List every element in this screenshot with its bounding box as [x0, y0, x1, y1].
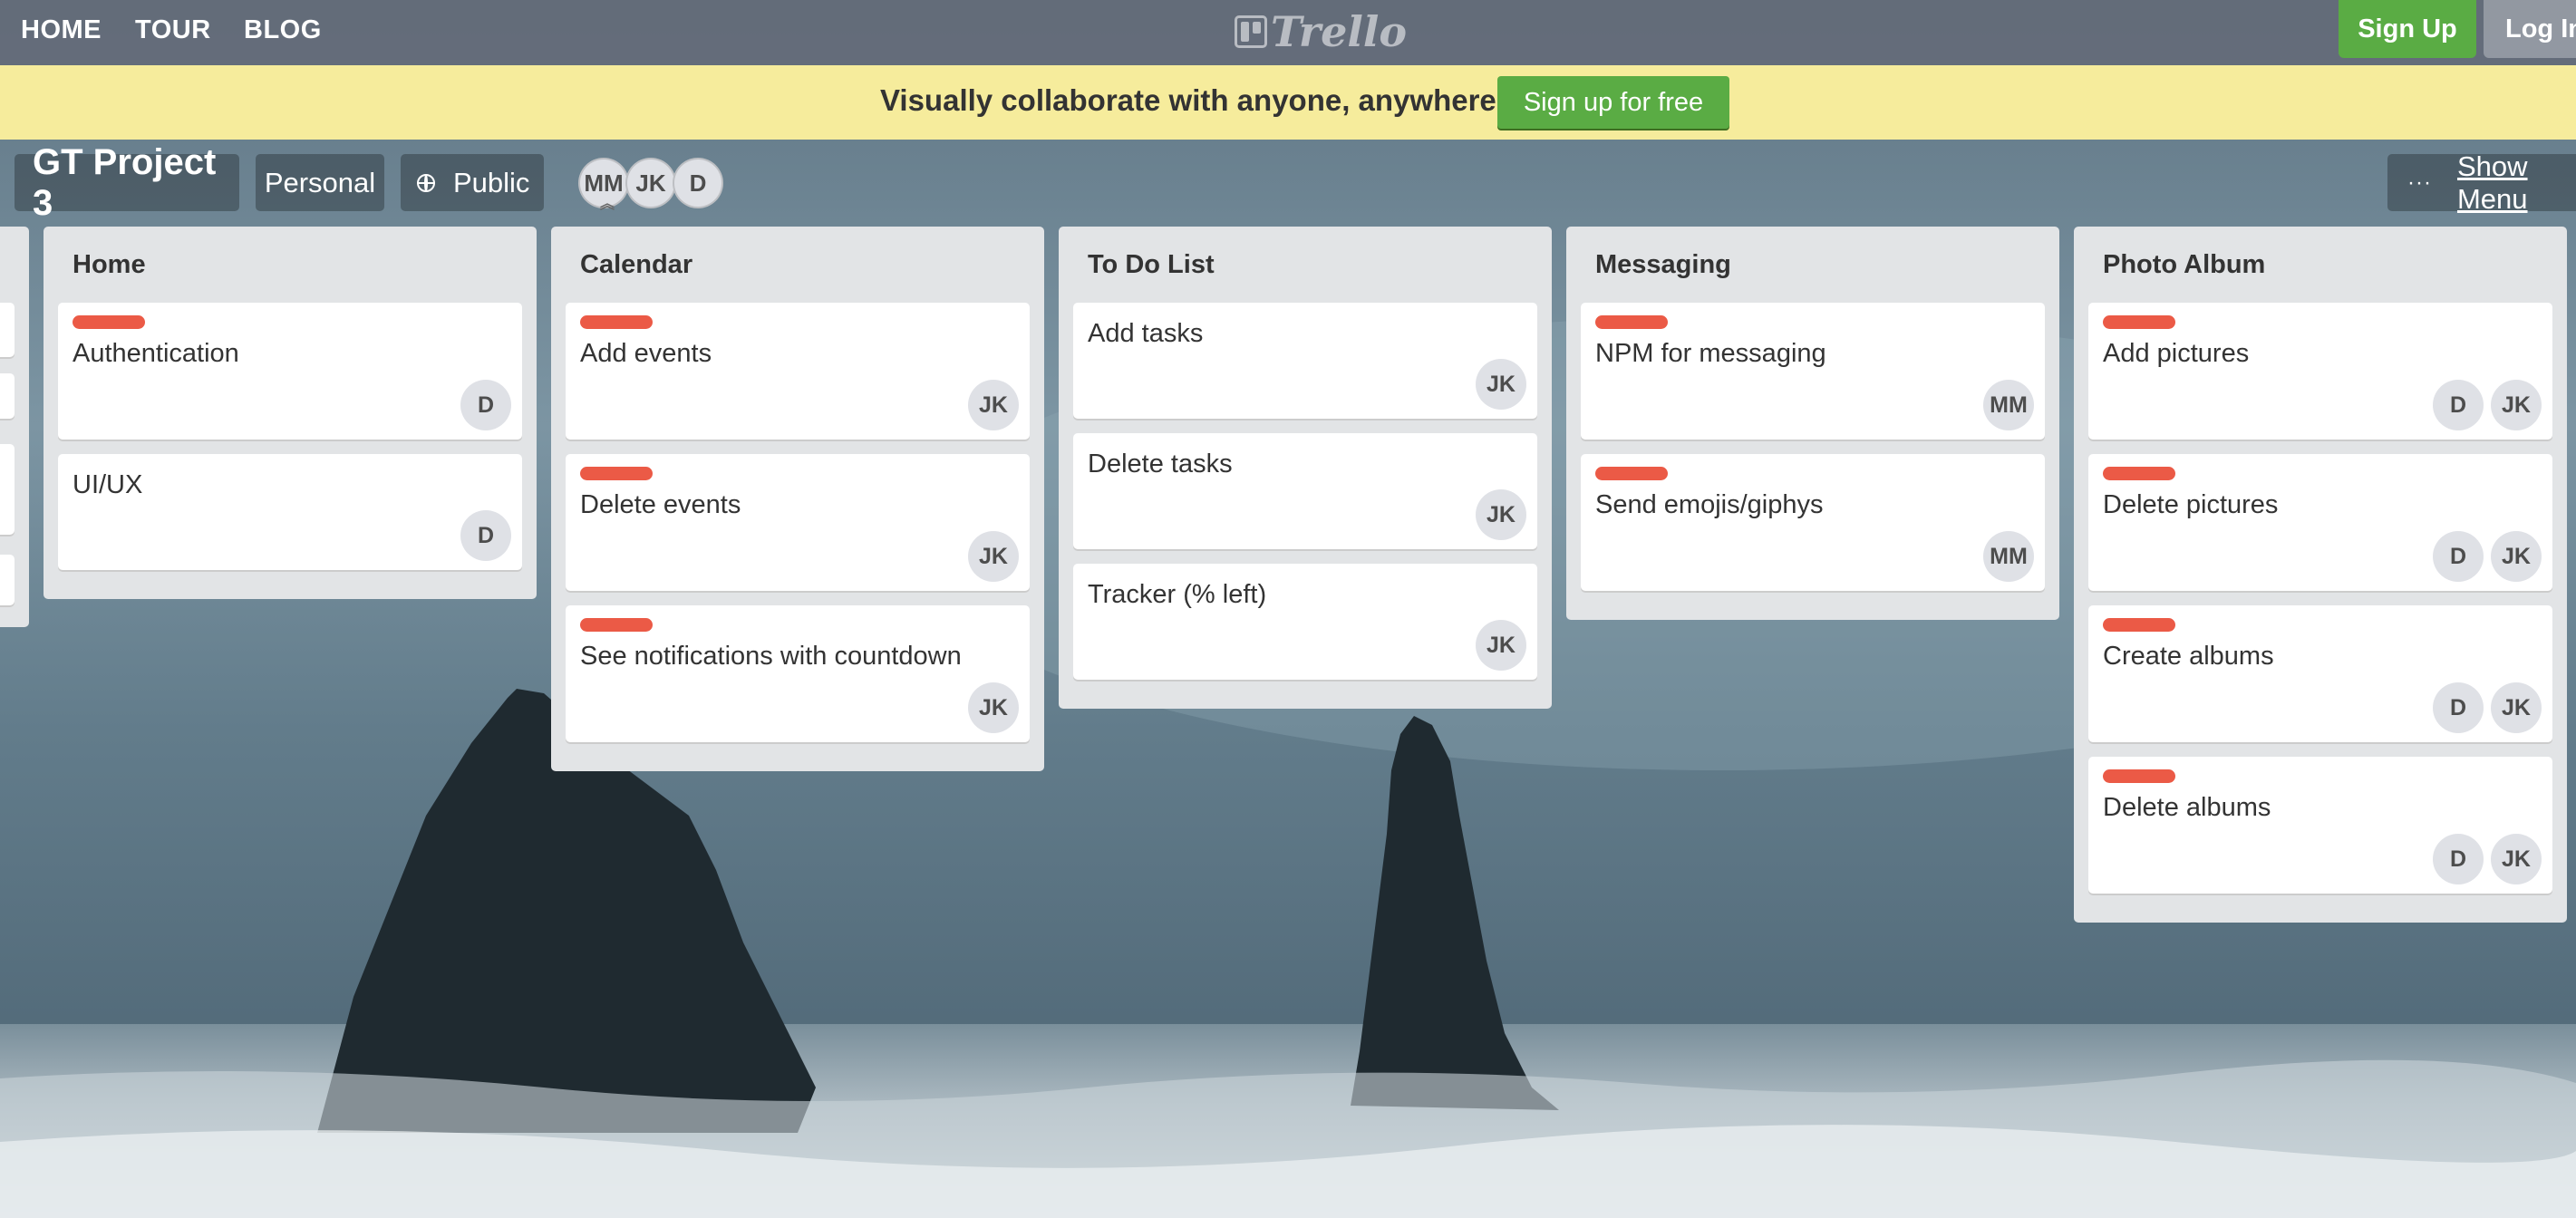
card-member-avatar[interactable]: JK	[2491, 380, 2542, 430]
trello-logo[interactable]: Trello	[1235, 7, 1408, 56]
banner-text: Visually collaborate with anyone, anywhe…	[880, 83, 1505, 117]
card[interactable]: See notifications with countdown JK	[566, 605, 1030, 742]
member-avatar-jk[interactable]: JK	[625, 158, 676, 208]
card-title: Tracker (% left)	[1088, 580, 1267, 609]
card[interactable]: Delete tasks JK	[1073, 433, 1537, 549]
list-title[interactable]: Calendar	[566, 227, 1030, 303]
card-title: Authentication	[73, 339, 239, 368]
card[interactable]: UI/UX D	[58, 454, 522, 570]
card-member-avatar[interactable]: D	[2433, 834, 2484, 884]
nav-blog-link[interactable]: BLOG	[244, 15, 322, 45]
member-avatar-d[interactable]: D	[673, 158, 723, 208]
logo-text: Trello	[1271, 7, 1408, 56]
label-red	[2103, 618, 2175, 632]
signup-button[interactable]: Sign Up	[2339, 0, 2476, 58]
card-title: Add pictures	[2103, 339, 2250, 368]
card-member-avatar[interactable]: JK	[1476, 489, 1526, 540]
partial-card[interactable]	[0, 555, 15, 605]
card-member-avatar[interactable]: JK	[968, 531, 1019, 582]
member-initials: MM	[584, 169, 624, 197]
card[interactable]: Send emojis/giphys MM	[1581, 454, 2045, 591]
label-red	[2103, 769, 2175, 783]
label-red	[2103, 315, 2175, 329]
team-button[interactable]: Personal	[256, 154, 384, 211]
card-title: Delete pictures	[2103, 490, 2279, 519]
signup-free-button[interactable]: Sign up for free	[1497, 76, 1729, 129]
card-member-avatar[interactable]: MM	[1983, 531, 2034, 582]
member-initials: D	[689, 169, 707, 197]
partial-card[interactable]	[0, 444, 15, 535]
card-member-avatar[interactable]: D	[460, 380, 511, 430]
card[interactable]: Delete pictures D JK	[2088, 454, 2552, 591]
show-menu-button[interactable]: ··· Show Menu	[2387, 150, 2576, 215]
partial-card[interactable]	[0, 373, 15, 419]
card[interactable]: Tracker (% left) JK	[1073, 564, 1537, 680]
member-initials: JK	[635, 169, 666, 197]
list-to-do: To Do List Add tasks JK Delete tasks JK …	[1059, 227, 1552, 709]
admin-chevron-icon: ︽	[600, 197, 615, 212]
list-title[interactable]: Messaging	[1581, 227, 2045, 303]
label-red	[1595, 467, 1668, 480]
top-nav: HOME TOUR BLOG Trello Sign Up Log In	[0, 0, 2576, 65]
card[interactable]: Delete albums D JK	[2088, 757, 2552, 894]
card-member-avatar[interactable]: D	[2433, 682, 2484, 733]
card-member-avatar[interactable]: JK	[968, 380, 1019, 430]
card-title: Delete tasks	[1088, 450, 1233, 478]
list-title[interactable]: Photo Album	[2088, 227, 2552, 303]
card-member-avatar[interactable]: JK	[1476, 620, 1526, 671]
card[interactable]: Add tasks JK	[1073, 303, 1537, 419]
card-title: Create albums	[2103, 642, 2274, 671]
member-avatar-mm[interactable]: MM ︽	[578, 158, 629, 212]
card-title: UI/UX	[73, 470, 143, 499]
card-title: Add events	[580, 339, 712, 368]
promo-banner: Visually collaborate with anyone, anywhe…	[0, 65, 2576, 140]
label-red	[2103, 467, 2175, 480]
label-red	[1595, 315, 1668, 329]
list-messaging: Messaging NPM for messaging MM Send emoj…	[1566, 227, 2059, 620]
card-member-avatar[interactable]: D	[460, 510, 511, 561]
card-member-avatar[interactable]: JK	[968, 682, 1019, 733]
partial-list	[0, 227, 29, 627]
list-title[interactable]: To Do List	[1073, 227, 1537, 303]
card-member-avatar[interactable]: JK	[1476, 359, 1526, 410]
login-button[interactable]: Log In	[2484, 0, 2576, 58]
list-home: Home Authentication D UI/UX D	[44, 227, 537, 599]
board-title[interactable]: GT Project 3	[15, 142, 239, 223]
label-red	[580, 467, 653, 480]
card-title: See notifications with countdown	[580, 642, 962, 671]
visibility-label: Public	[453, 166, 530, 198]
nav-tour-link[interactable]: TOUR	[135, 15, 211, 45]
label-red	[580, 618, 653, 632]
card-title: Delete albums	[2103, 793, 2271, 822]
card-title: NPM for messaging	[1595, 339, 1826, 368]
card-member-avatar[interactable]: JK	[2491, 531, 2542, 582]
card-member-avatar[interactable]: D	[2433, 380, 2484, 430]
nav-home-link[interactable]: HOME	[21, 15, 102, 45]
card-member-avatar[interactable]: JK	[2491, 682, 2542, 733]
card[interactable]: Add events JK	[566, 303, 1030, 440]
show-menu-label: Show Menu	[2456, 150, 2528, 215]
card-member-avatar[interactable]: JK	[2491, 834, 2542, 884]
list-photo-album: Photo Album Add pictures D JK Delete pic…	[2074, 227, 2567, 923]
partial-card[interactable]	[0, 303, 15, 357]
card[interactable]: Create albums D JK	[2088, 605, 2552, 742]
globe-icon	[417, 173, 435, 192]
visibility-button[interactable]: Public	[401, 154, 544, 211]
card[interactable]: Add pictures D JK	[2088, 303, 2552, 440]
list-calendar: Calendar Add events JK Delete events JK …	[551, 227, 1044, 771]
label-red	[73, 315, 145, 329]
trello-board-icon	[1235, 15, 1267, 48]
card-title: Send emojis/giphys	[1595, 490, 1824, 519]
card-title: Delete events	[580, 490, 741, 519]
more-dots-icon: ···	[2407, 169, 2432, 195]
card-member-avatar[interactable]: MM	[1983, 380, 2034, 430]
list-title[interactable]: Home	[58, 227, 522, 303]
label-red	[580, 315, 653, 329]
card[interactable]: Authentication D	[58, 303, 522, 440]
card[interactable]: Delete events JK	[566, 454, 1030, 591]
card-member-avatar[interactable]: D	[2433, 531, 2484, 582]
board-header: GT Project 3 Personal Public MM ︽ JK D ·…	[0, 140, 2576, 225]
card[interactable]: NPM for messaging MM	[1581, 303, 2045, 440]
card-title: Add tasks	[1088, 319, 1204, 348]
